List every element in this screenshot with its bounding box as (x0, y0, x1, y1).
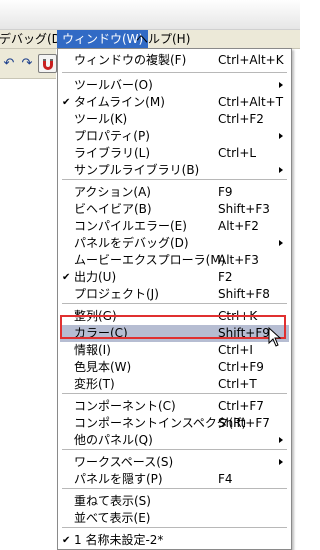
menu-item-document-untitled[interactable]: ✔ 1 名称未設定-2* (60, 532, 289, 549)
menu-item-compiler-errors[interactable]: コンパイルエラー(E) Alt+F2 (60, 218, 289, 235)
menu-item-label: タイムライン(M) (74, 95, 165, 109)
menu-item-shortcut: Ctrl+T (218, 377, 257, 391)
menu-item-shortcut: Alt+F3 (218, 253, 259, 267)
menu-item-label: 重ねて表示(S) (74, 494, 151, 508)
menu-item-shortcut: Shift+F3 (218, 202, 270, 216)
menu-item-label: アクション(A) (74, 185, 151, 199)
menu-item-label: ウィンドウの複製(F) (74, 53, 187, 67)
menu-item-info[interactable]: 情報(I) Ctrl+I (60, 342, 289, 359)
magnet-snap-icon[interactable] (38, 54, 57, 73)
submenu-arrow-icon (279, 167, 283, 173)
menu-item-label: コンパイルエラー(E) (74, 219, 187, 233)
menu-separator (62, 179, 287, 181)
menu-item-debug-panels[interactable]: パネルをデバッグ(D) (60, 235, 289, 252)
menu-item-tile[interactable]: 並べて表示(E) (60, 510, 289, 527)
menu-item-label: プロパティ(P) (74, 129, 150, 143)
menu-item-shortcut: Shift+F7 (218, 416, 270, 430)
menu-item-cascade[interactable]: 重ねて表示(S) (60, 493, 289, 510)
checkmark-icon: ✔ (62, 97, 71, 108)
menu-separator (62, 449, 287, 451)
menu-item-shortcut: Ctrl+L (218, 146, 257, 160)
menu-item-shortcut: Ctrl+I (218, 343, 253, 357)
menu-item-label: コンポーネント(C) (74, 399, 176, 413)
toolbar: ↶ ↷ (0, 49, 57, 79)
menu-item-behaviors[interactable]: ビヘイビア(B) Shift+F3 (60, 201, 289, 218)
submenu-arrow-icon (279, 437, 283, 443)
menu-item-label: 情報(I) (74, 343, 111, 357)
menu-item-label: プロジェクト(J) (74, 287, 159, 301)
menu-item-swatches[interactable]: 色見本(W) Ctrl+F9 (60, 359, 289, 376)
submenu-arrow-icon (279, 240, 283, 246)
menu-item-shortcut: Ctrl+Alt+T (218, 95, 284, 109)
app-title-strip (0, 0, 300, 30)
menu-separator (62, 72, 287, 74)
mouse-pointer-icon (268, 326, 282, 350)
submenu-arrow-icon (279, 459, 283, 465)
menu-item-label: ビヘイビア(B) (74, 202, 152, 216)
menu-item-components[interactable]: コンポーネント(C) Ctrl+F7 (60, 398, 289, 415)
menu-separator (62, 303, 287, 305)
menu-item-library[interactable]: ライブラリ(L) Ctrl+L (60, 145, 289, 162)
menubar: デバッグ(D) ウィンドウ(W) ヘルプ(H) (0, 30, 300, 49)
checkmark-icon: ✔ (62, 272, 71, 283)
menu-item-label: パネルを隠す(P) (74, 472, 163, 486)
menu-item-shortcut: Ctrl+F2 (218, 112, 264, 126)
undo-arrow-icon[interactable]: ↶ (0, 55, 18, 73)
menu-separator (62, 393, 287, 395)
menu-item-label: 変形(T) (74, 377, 115, 391)
menu-item-shortcut: F2 (218, 270, 233, 284)
menu-item-shortcut: Ctrl+Alt+K (218, 53, 284, 67)
menu-item-shortcut: Alt+F2 (218, 219, 259, 233)
menu-item-transform[interactable]: 変形(T) Ctrl+T (60, 376, 289, 393)
menu-item-sample-library[interactable]: サンプルライブラリ(B) (60, 162, 289, 179)
menu-separator (62, 527, 287, 529)
menu-item-output[interactable]: ✔ 出力(U) F2 (60, 269, 289, 286)
menu-item-label: ライブラリ(L) (74, 146, 151, 160)
menu-item-toolbar[interactable]: ツールバー(O) (60, 77, 289, 94)
menu-item-properties[interactable]: プロパティ(P) (60, 128, 289, 145)
window-menu-dropdown: ウィンドウの複製(F) Ctrl+Alt+K ツールバー(O) ✔ タイムライン(M… (57, 48, 292, 550)
menu-item-shortcut: F4 (218, 472, 233, 486)
menu-separator (62, 488, 287, 490)
menu-item-label: ツール(K) (74, 112, 128, 126)
menu-item-hide-panels[interactable]: パネルを隠す(P) F4 (60, 471, 289, 488)
menu-item-actions[interactable]: アクション(A) F9 (60, 184, 289, 201)
menu-item-label: 1 名称未設定-2* (74, 533, 164, 547)
menu-item-shortcut: Ctrl+F9 (218, 360, 264, 374)
submenu-arrow-icon (279, 133, 283, 139)
menu-item-label: ツールバー(O) (74, 78, 153, 92)
menu-item-label: 他のパネル(Q) (74, 433, 153, 447)
menu-item-label: ワークスペース(S) (74, 455, 174, 469)
annotation-highlight-box (60, 315, 286, 339)
menu-item-component-inspector[interactable]: コンポーネントインスペクタ(R) Shift+F7 (60, 415, 289, 432)
submenu-arrow-icon (279, 82, 283, 88)
menu-item-label: 並べて表示(E) (74, 511, 151, 525)
menu-item-shortcut: Ctrl+F7 (218, 399, 264, 413)
menu-item-label: ムービーエクスプローラ(M) (74, 253, 226, 267)
menu-item-shortcut: Shift+F8 (218, 287, 270, 301)
menu-item-timeline[interactable]: ✔ タイムライン(M) Ctrl+Alt+T (60, 94, 289, 111)
redo-arrow-icon[interactable]: ↷ (18, 55, 36, 73)
menu-help[interactable]: ヘルプ(H) (131, 30, 195, 49)
menu-item-tools[interactable]: ツール(K) Ctrl+F2 (60, 111, 289, 128)
menu-item-shortcut: F9 (218, 185, 233, 199)
menu-item-project[interactable]: プロジェクト(J) Shift+F8 (60, 286, 289, 303)
menu-item-label: 色見本(W) (74, 360, 132, 374)
menu-item-duplicate-window[interactable]: ウィンドウの複製(F) Ctrl+Alt+K (60, 52, 289, 69)
menu-item-movie-explorer[interactable]: ムービーエクスプローラ(M) Alt+F3 (60, 252, 289, 269)
workspace-area (0, 80, 56, 550)
menu-item-other-panels[interactable]: 他のパネル(Q) (60, 432, 289, 449)
menu-item-label: 出力(U) (74, 270, 117, 284)
menu-item-label: パネルをデバッグ(D) (74, 236, 189, 250)
menu-item-label: サンプルライブラリ(B) (74, 163, 200, 177)
menu-item-workspace[interactable]: ワークスペース(S) (60, 454, 289, 471)
checkmark-icon: ✔ (62, 535, 71, 546)
